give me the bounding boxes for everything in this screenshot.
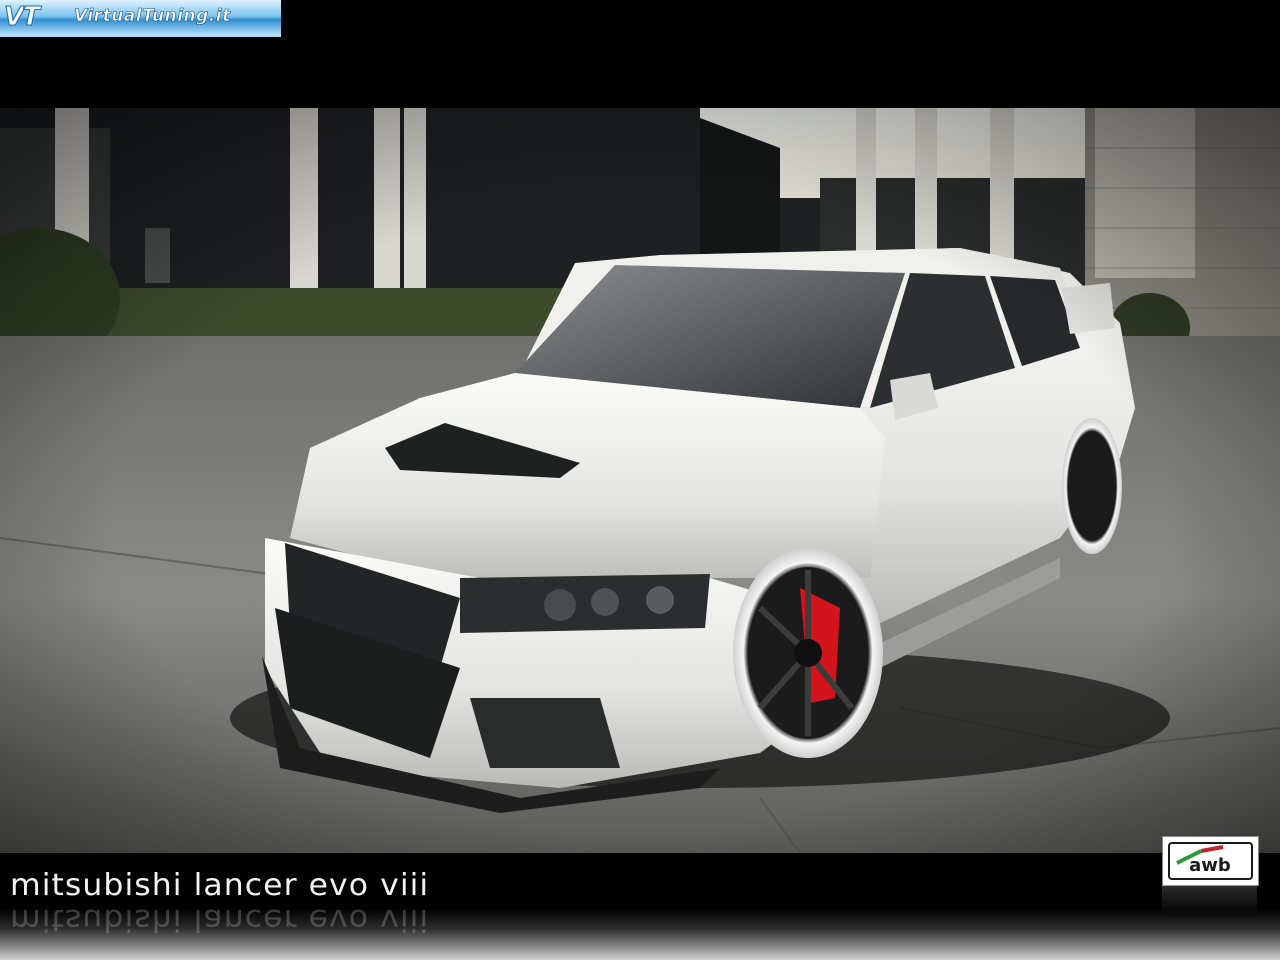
car-model-title-reflection: mitsubishi lancer evo viii	[10, 902, 430, 937]
awb-logo-reflection	[1162, 885, 1257, 915]
awb-logo: awb	[1162, 836, 1259, 886]
vt-logo-mark: VT	[4, 2, 41, 33]
car-model-title: mitsubishi lancer evo viii	[10, 868, 430, 903]
site-logo-text: VirtualTuning.it	[74, 6, 231, 27]
awb-logo-text: awb	[1189, 855, 1231, 876]
car-photo	[0, 108, 1280, 853]
virtualtuning-logo[interactable]: VT VirtualTuning.it	[0, 0, 281, 37]
